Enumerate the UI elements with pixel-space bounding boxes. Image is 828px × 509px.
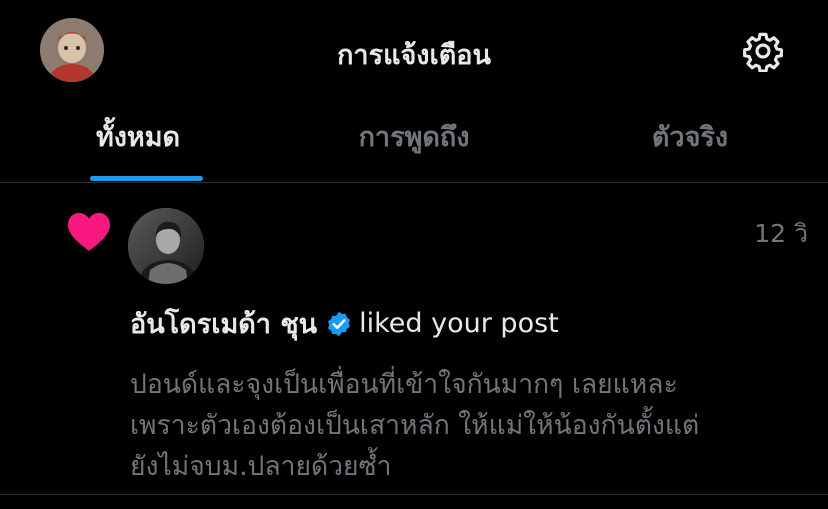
tab-mentions[interactable]: การพูดถึง	[276, 100, 552, 183]
settings-button[interactable]	[740, 28, 786, 74]
post-preview: ปอนด์และจุงเป็นเพื่อนที่เข้าใจกันมากๆ เล…	[130, 364, 810, 487]
divider	[0, 494, 828, 495]
post-preview-line: ปอนด์และจุงเป็นเพื่อนที่เข้าใจกันมากๆ เล…	[130, 369, 678, 400]
tab-mentions-label: การพูดถึง	[358, 122, 470, 153]
notification-headline: อันโดรเมด้า ชุน liked your post	[130, 302, 559, 345]
tab-verified[interactable]: ตัวจริง	[552, 100, 828, 183]
divider	[0, 182, 828, 183]
post-preview-line: ยังไม่จบม.ปลายด้วยซ้ำ	[130, 451, 392, 482]
actor-name[interactable]: อันโดรเมด้า ชุน	[130, 302, 317, 345]
notification-tabs: ทั้งหมด การพูดถึง ตัวจริง	[0, 100, 828, 183]
tab-all[interactable]: ทั้งหมด	[0, 100, 276, 183]
heart-icon	[68, 212, 110, 252]
notifications-screen: การแจ้งเตือน ทั้งหมด การพูดถึง ตัวจริง 1…	[0, 0, 828, 509]
post-preview-line: เพราะตัวเองต้องเป็นเสาหลัก ให้แม่ให้น้อง…	[130, 410, 700, 441]
page-title: การแจ้งเตือน	[337, 40, 491, 71]
verified-badge-icon	[328, 311, 351, 336]
timestamp: 12 วิ	[754, 219, 808, 248]
tab-all-label: ทั้งหมด	[95, 122, 181, 153]
gear-icon	[743, 32, 783, 72]
active-tab-indicator	[90, 176, 203, 181]
tab-verified-label: ตัวจริง	[651, 122, 729, 153]
actor-avatar[interactable]	[128, 208, 204, 284]
top-app-bar: การแจ้งเตือน	[0, 0, 828, 100]
notification-action: liked your post	[359, 308, 559, 339]
